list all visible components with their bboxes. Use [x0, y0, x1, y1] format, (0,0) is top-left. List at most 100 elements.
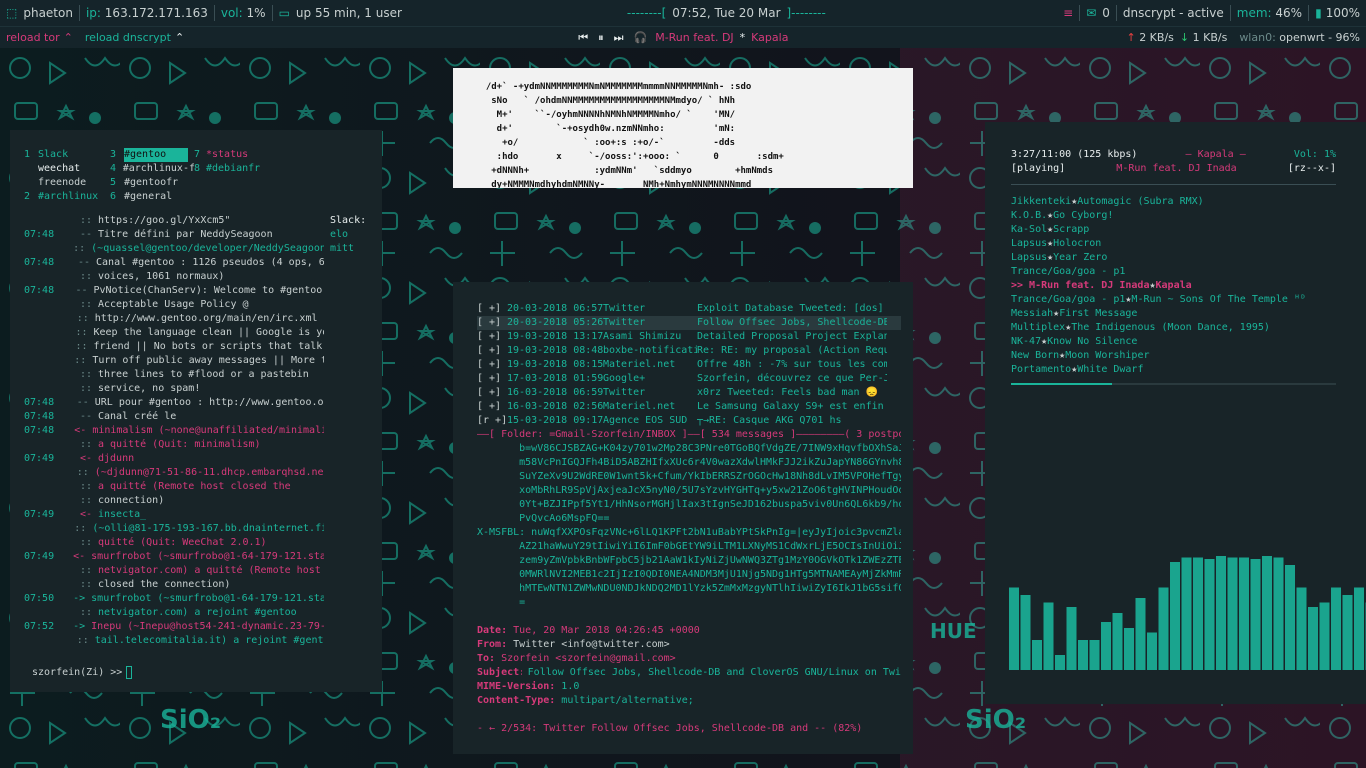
chat-log: :: https://goo.gl/YxXcm5" 07:48 -- Titre déf…: [24, 214, 324, 648]
menu-segment[interactable]: ≡: [1057, 0, 1079, 26]
header-key: Date:: [477, 625, 508, 636]
spectrum-bar: [1078, 640, 1088, 670]
hamburger-icon[interactable]: ≡: [1063, 6, 1073, 20]
chat-line: :: quitté (Quit: WeeChat 2.0.1): [24, 536, 324, 550]
message-row[interactable]: [ +] 16-03-2018 06:59 Twitter x0rz Tweeted:…: [477, 386, 901, 400]
playlist-item[interactable]: >> M-Run feat. DJ Inada ★ Kapala: [1011, 279, 1336, 293]
buffer-column-servers: 1 Slack weechat freenode 2 #archlinux: [24, 148, 110, 204]
playlist-title: Year Zero: [1053, 252, 1108, 263]
playlist-item[interactable]: Ka-Sol ★ Scrapp: [1011, 223, 1336, 237]
buffer-item[interactable]: 3 #gentoo: [110, 148, 194, 162]
buffer-name: #gentoo: [124, 148, 188, 162]
reload-dnscrypt-button[interactable]: reload dnscrypt ⌃: [79, 27, 190, 48]
message-row[interactable]: [ +] 20-03-2018 05:26 Twitter Follow Offsec…: [477, 316, 901, 330]
chat-time: 07:48: [24, 425, 55, 436]
pause-icon[interactable]: ⏸: [598, 31, 604, 45]
chat-message: Acceptable Usage Policy @: [98, 299, 249, 310]
spectrum-bar: [1342, 595, 1353, 670]
chat-message: connection): [98, 495, 165, 506]
buffer-item[interactable]: 6 #general: [110, 190, 194, 204]
chat-line: :: netvigator.com) a quitté (Remote host: [24, 564, 324, 578]
buffer-item[interactable]: 7 *status: [194, 148, 274, 162]
playlist-artist: New Born: [1011, 350, 1060, 361]
playlist-item[interactable]: Trance/Goa/goa - p1: [1011, 265, 1336, 279]
chat-line: :: a quitté (Quit: minimalism): [24, 438, 324, 452]
music-player-window[interactable]: 3:27/11:00 (125 kbps) — Kapala — Vol: 1%…: [985, 122, 1366, 422]
chat-prefix: --: [79, 229, 92, 240]
playlist-item[interactable]: New Born ★ Moon Worshiper: [1011, 349, 1336, 363]
message-subject: Exploit Database Tweeted: [dos] Linux: [697, 303, 887, 314]
message-flags: [r +]: [477, 415, 507, 426]
nick-item[interactable]: elo: [330, 228, 370, 242]
playlist-item[interactable]: K.O.B. ★ Go Cyborg!: [1011, 209, 1336, 223]
neofetch-window[interactable]: /d+` -+ydmNNMMMMMMMNmNMMMMMMMmmmmNNMMMMM…: [453, 68, 913, 188]
header-value: multipart/alternative;: [555, 695, 694, 706]
playlist-item[interactable]: Messiah ★ First Message: [1011, 307, 1336, 321]
chat-message: a quitté (Remote host closed the: [98, 481, 291, 492]
buffer-item[interactable]: 4 #archlinux-fr: [110, 162, 194, 176]
chat-time: 07:49: [24, 551, 55, 562]
playlist-item[interactable]: Portamento ★ White Dwarf: [1011, 363, 1336, 377]
message-from: Twitter: [603, 303, 646, 314]
input-bar[interactable]: szorfein(Zi) >>: [32, 666, 133, 680]
uptime-segment: ▭ up 55 min, 1 user: [273, 0, 408, 26]
chat-time: 07:52: [24, 621, 55, 632]
chat-prefix: ->: [73, 593, 86, 604]
spectrum-bar: [1112, 613, 1123, 670]
playlist-item[interactable]: Trance/Goa/goa - p1 ★ M-Run ~ Sons Of Th…: [1011, 293, 1336, 307]
previous-icon[interactable]: ⏮: [578, 31, 588, 45]
message-row[interactable]: [ +] 19-03-2018 08:15 Materiel.net Offre 48…: [477, 358, 901, 372]
ascii-line: dy+NMMMNmdhyhdmNMNNy- NMh+NmhymNNNMNNNNm…: [475, 180, 752, 188]
message-row[interactable]: [ +] 19-03-2018 08:48boxbe-notifications@…: [477, 344, 901, 358]
header-value: Follow Offsec Jobs, Shellcode-DB and Clo…: [521, 667, 901, 678]
message-row[interactable]: [ +] 16-03-2018 02:56 Materiel.net Le Samsu…: [477, 400, 901, 414]
playlist-artist: Multiplex: [1011, 322, 1066, 333]
chat-prefix: ::: [79, 299, 92, 310]
playlist-item[interactable]: Lapsus ★ Holocron: [1011, 237, 1336, 251]
next-icon[interactable]: ⏭: [614, 31, 624, 45]
chat-line: 07:48 -- Canal #gentoo : 1126 pseudos (4 o…: [24, 256, 324, 270]
ascii-line: d+' `-+osydh0w.nzmNNmho: 'mN:: [475, 124, 736, 134]
volume-segment[interactable]: vol: 1%: [215, 0, 272, 26]
message-flags: [ +]: [477, 317, 502, 328]
ascii-line: +dNNNh+ :ydmNNm' `sddmyo +hmNmds: [475, 166, 774, 176]
wlan-value: openwrt - 96%: [1279, 31, 1360, 44]
message-subject: Re: RE: my proposal (Action Requested): [697, 345, 887, 356]
spectrum-bar: [1193, 557, 1203, 670]
spectrum-bar: [1204, 559, 1215, 670]
chat-time: 07:49: [24, 453, 55, 464]
playlist-item[interactable]: Jikkenteki ★ Automagic (Subra RMX): [1011, 195, 1336, 209]
header-line: From: Twitter <info@twitter.com>: [477, 638, 901, 652]
playlist-item[interactable]: NK-47 ★ Know No Silence: [1011, 335, 1336, 349]
playlist-artist: NK-47: [1011, 336, 1042, 347]
mutt-window[interactable]: [ +] 20-03-2018 06:57 Twitter Exploit Datab…: [453, 282, 913, 754]
buffer-number: 3: [110, 149, 117, 160]
message-row[interactable]: [ +] 19-03-2018 13:17 Asami Shimizu Detaile…: [477, 330, 901, 344]
nick-item[interactable]: mitt: [330, 242, 370, 256]
buffer-item[interactable]: 1 Slack: [24, 148, 110, 162]
chat-message: https://goo.gl/YxXcm5": [98, 215, 231, 226]
buffer-item[interactable]: 5 #gentoofr: [110, 176, 194, 190]
body-line: 0MWRlNVI2MEB1c2IjIzI0QDI0NEA4NDM3MjU1Njg…: [477, 569, 901, 580]
buffer-item[interactable]: weechat: [24, 162, 110, 176]
play-state: [playing]: [1011, 163, 1066, 174]
vol-label: vol:: [220, 6, 243, 20]
visualizer-window[interactable]: [985, 422, 1366, 704]
message-row[interactable]: [ +] 20-03-2018 06:57 Twitter Exploit Datab…: [477, 302, 901, 316]
reload-tor-button[interactable]: reload tor ⌃: [0, 27, 79, 48]
message-row[interactable]: [ +] 17-03-2018 01:59 Google+ Szorfein, dé…: [477, 372, 901, 386]
buffer-item[interactable]: 2 #archlinux: [24, 190, 110, 204]
buffer-item[interactable]: freenode: [24, 176, 110, 190]
progress-bar[interactable]: [1011, 383, 1336, 385]
track-title: Kapala: [751, 31, 789, 44]
input-prompt: szorfein(Zi) >>: [32, 667, 123, 678]
message-row[interactable]: [r +] 15-03-2018 09:17 Agence EOS SUD ┬→RE:…: [477, 414, 901, 428]
mail-segment[interactable]: ✉ 0: [1080, 0, 1116, 26]
playlist-item[interactable]: Multiplex ★ The Indigenous (Moon Dance, …: [1011, 321, 1336, 335]
battery-value: 100%: [1325, 6, 1360, 20]
spectrum-bar: [1135, 598, 1146, 670]
buffer-item[interactable]: 8 #debianfr: [194, 162, 274, 176]
weechat-window[interactable]: 1 Slack weechat freenode 2 #archlinux 3 #gento…: [10, 130, 382, 692]
playlist-item[interactable]: Lapsus ★ Year Zero: [1011, 251, 1336, 265]
chat-prefix: <-: [74, 425, 87, 436]
